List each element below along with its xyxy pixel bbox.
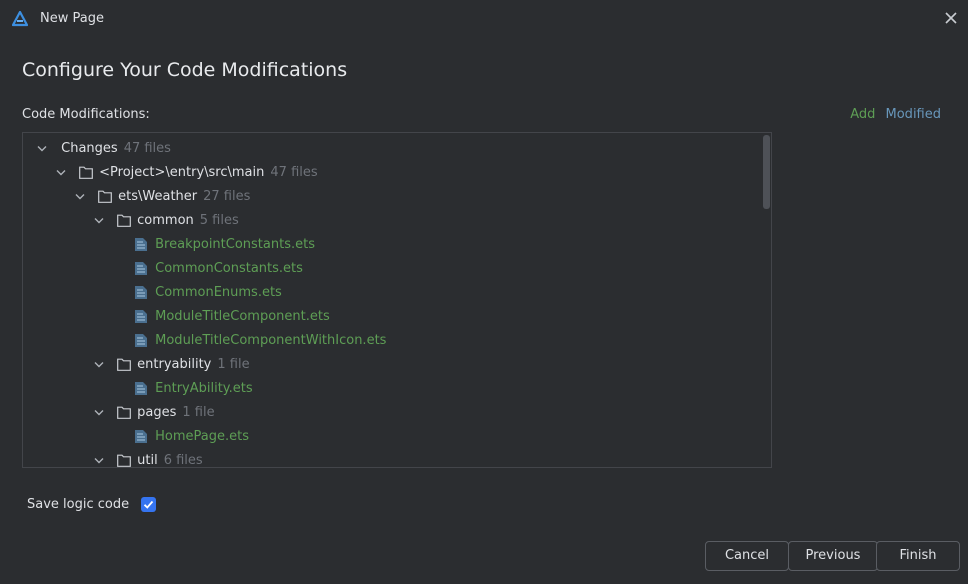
ets-file-icon — [134, 305, 150, 329]
tree-node-count: 27 files — [203, 189, 251, 204]
chevron-down-icon[interactable] — [94, 401, 108, 425]
tree-node-label: entryability — [137, 357, 212, 372]
folder-icon — [117, 449, 133, 467]
ets-file-icon — [134, 377, 150, 401]
chevron-down-icon[interactable] — [75, 185, 89, 209]
tree-node-label: Changes — [61, 141, 118, 156]
legend-modified: Modified — [885, 107, 941, 122]
ets-file-icon — [134, 233, 150, 257]
tree-node-label: BreakpointConstants.ets — [155, 237, 315, 252]
tree-node-file[interactable]: ModuleTitleComponent.ets — [134, 305, 330, 329]
changes-tree[interactable]: Changes 47 files <Project>\entry\src\main… — [22, 132, 772, 468]
code-modifications-label: Code Modifications: — [22, 107, 150, 122]
save-logic-code-checkbox[interactable] — [141, 497, 157, 512]
title-bar: New Page — [0, 0, 968, 38]
tree-node-file[interactable]: CommonConstants.ets — [134, 257, 303, 281]
tree-node-label: EntryAbility.ets — [155, 381, 253, 396]
tree-node-label: ModuleTitleComponentWithIcon.ets — [155, 333, 387, 348]
tree-node-label: ets\Weather — [118, 189, 198, 204]
ets-file-icon — [134, 425, 150, 449]
chevron-down-icon[interactable] — [94, 449, 108, 467]
page-title: Configure Your Code Modifications — [22, 59, 348, 81]
finish-button[interactable]: Finish — [876, 541, 960, 571]
tree-node-count: 47 files — [123, 141, 171, 156]
legend-add: Add — [850, 107, 876, 122]
tree-node-file[interactable]: ModuleTitleComponentWithIcon.ets — [134, 329, 386, 353]
chevron-down-icon[interactable] — [94, 353, 108, 377]
tree-node-label: CommonEnums.ets — [155, 285, 282, 300]
previous-button[interactable]: Previous — [788, 541, 878, 571]
tree-node-count: 6 files — [163, 453, 203, 468]
chevron-down-icon[interactable] — [94, 209, 108, 233]
tree-node-label: HomePage.ets — [155, 429, 250, 444]
tree-node-file[interactable]: EntryAbility.ets — [134, 377, 253, 401]
chevron-down-icon[interactable] — [56, 161, 70, 185]
tree-node-count: 1 file — [217, 357, 250, 372]
folder-icon — [117, 353, 133, 377]
folder-icon — [79, 161, 95, 185]
window-title: New Page — [40, 11, 104, 26]
folder-icon — [98, 185, 114, 209]
tree-node-folder[interactable]: entryability 1 file — [94, 353, 250, 377]
tree-node-count: 1 file — [182, 405, 215, 420]
legend: Add Modified — [850, 107, 941, 122]
tree-node-label: CommonConstants.ets — [155, 261, 303, 276]
tree-node-label: util — [137, 453, 158, 468]
tree-node-count: 5 files — [199, 213, 239, 228]
app-logo-icon — [11, 10, 29, 27]
tree-node-label: ModuleTitleComponent.ets — [155, 309, 330, 324]
tree-node-count: 47 files — [270, 165, 318, 180]
save-logic-code-option[interactable]: Save logic code — [27, 497, 157, 512]
tree-node-label: pages — [137, 405, 177, 420]
tree-node-label: common — [137, 213, 194, 228]
tree-node-folder[interactable]: <Project>\entry\src\main 47 files — [56, 161, 318, 185]
ets-file-icon — [134, 281, 150, 305]
chevron-down-icon[interactable] — [37, 137, 51, 161]
tree-node-file[interactable]: BreakpointConstants.ets — [134, 233, 315, 257]
tree-node-folder[interactable]: pages 1 file — [94, 401, 215, 425]
ets-file-icon — [134, 329, 150, 353]
folder-icon — [117, 401, 133, 425]
folder-icon — [117, 209, 133, 233]
tree-node-file[interactable]: HomePage.ets — [134, 425, 249, 449]
tree-node-folder[interactable]: common 5 files — [94, 209, 239, 233]
close-icon[interactable] — [942, 9, 960, 27]
tree-node-file[interactable]: CommonEnums.ets — [134, 281, 282, 305]
ets-file-icon — [134, 257, 150, 281]
save-logic-code-label: Save logic code — [27, 497, 130, 512]
tree-node-label: <Project>\entry\src\main — [99, 165, 265, 180]
cancel-button[interactable]: Cancel — [705, 541, 789, 571]
tree-node-folder[interactable]: ets\Weather 27 files — [75, 185, 250, 209]
tree-node-folder[interactable]: util 6 files — [94, 449, 203, 468]
tree-scrollbar[interactable] — [763, 135, 770, 209]
tree-node-changes[interactable]: Changes 47 files — [37, 137, 171, 161]
